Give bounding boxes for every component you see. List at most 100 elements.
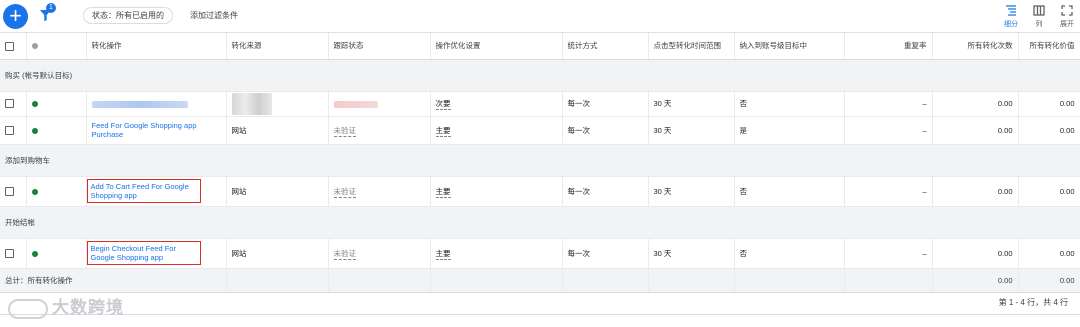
columns-label: 列 [1035,21,1043,28]
action-link[interactable]: Feed For Google Shopping app Purchase [92,121,221,139]
add-filter-button[interactable]: 添加过滤条件 [190,10,238,21]
col-header-conversions[interactable]: 所有转化次数 [932,33,1019,60]
value-cell: 0.00 [1018,116,1080,145]
add-conversion-button[interactable]: + [3,4,28,29]
tracking-cell: 未验证 [328,176,431,207]
col-header-action[interactable]: 转化操作 [86,33,227,60]
count-cell: 每一次 [562,91,649,117]
redacted-action [91,100,188,108]
status-filter-chip[interactable]: 状态：所有已启用的 [83,7,173,24]
source-cell [226,91,329,117]
source-cell: 网站 [226,238,329,269]
source-cell: 网站 [226,116,329,145]
enabled-status-icon [31,101,38,108]
count-cell: 每一次 [562,238,649,269]
status-cell [26,176,87,207]
window-cell: 30 天 [648,238,735,269]
repeat-cell: – [844,176,933,207]
action-cell[interactable]: Add To Cart Feed For Google Shopping app [86,176,227,207]
col-header-tracking[interactable]: 跟踪状态 [328,33,431,60]
count-cell: 每一次 [562,176,649,207]
count-cell: 每一次 [562,116,649,145]
included-cell: 否 [734,91,845,117]
status-cell [26,116,87,145]
row-checkbox[interactable] [0,91,27,117]
watermark-logo-icon [8,298,48,319]
tracking-cell [328,91,431,117]
group-label: 添加到购物车 [0,144,1080,177]
col-header-source[interactable]: 转化来源 [226,33,329,60]
repeat-cell: – [844,116,933,145]
group-label: 购买 (帐号默认目标) [0,59,1080,92]
enabled-status-icon [31,127,38,134]
optimization-cell[interactable]: 次要 [430,91,563,117]
expand-label: 展开 [1060,21,1074,28]
segment-button[interactable]: 细分 [1000,4,1022,29]
value-cell: 0.00 [1018,238,1080,269]
value-cell: 0.00 [1018,176,1080,207]
col-header-window[interactable]: 点击型转化时间范围 [648,33,735,60]
select-all-checkbox[interactable] [0,33,27,60]
window-cell: 30 天 [648,91,735,117]
window-cell: 30 天 [648,116,735,145]
group-row: 添加到购物车 [0,144,1080,177]
redacted-source [231,92,272,115]
action-cell[interactable]: Begin Checkout Feed For Google Shopping … [86,238,227,269]
group-label: 开始结帐 [0,206,1080,239]
col-header-repeat[interactable]: 重复率 [844,33,933,60]
row-checkbox[interactable] [0,238,27,269]
watermark-text: 大数跨境 [52,298,124,317]
tracking-cell: 未验证 [328,116,431,145]
action-link[interactable]: Begin Checkout Feed For Google Shopping … [86,241,201,265]
expand-button[interactable]: 展开 [1056,4,1078,29]
conversions-cell: 0.00 [932,176,1019,207]
enabled-status-icon [31,250,38,257]
group-row: 购买 (帐号默认目标) [0,59,1080,92]
col-header-included[interactable]: 纳入到账号级目标中 [734,33,845,60]
pagination-text: 第 1 - 4 行，共 4 行 [998,298,1068,307]
row-checkbox[interactable] [0,116,27,145]
included-cell: 是 [734,116,845,145]
conversions-cell: 0.00 [932,91,1019,117]
included-cell: 否 [734,238,845,269]
watermark: 大数跨境 [8,293,124,319]
window-cell: 30 天 [648,176,735,207]
table-footer: 第 1 - 4 行，共 4 行 [0,287,1080,315]
included-cell: 否 [734,176,845,207]
status-cell [26,91,87,117]
col-header-value[interactable]: 所有转化价值 [1018,33,1080,60]
enabled-status-icon [31,188,38,195]
source-cell: 网站 [226,176,329,207]
action-cell[interactable]: Feed For Google Shopping app Purchase [86,116,227,145]
columns-icon [1033,5,1045,16]
segment-label: 细分 [1004,21,1018,28]
col-header-optimization[interactable]: 操作优化设置 [430,33,563,60]
filter-count-badge: 1 [46,3,56,13]
status-dot-icon [31,43,38,50]
redacted-tracking [333,100,378,108]
repeat-cell: – [844,238,933,269]
col-header-count[interactable]: 统计方式 [562,33,649,60]
table-row: 次要 每一次 30 天 否 – 0.00 0.00 [0,91,1080,117]
segment-icon [1006,5,1016,16]
table-row: Begin Checkout Feed For Google Shopping … [0,238,1080,269]
optimization-cell[interactable]: 主要 [430,238,563,269]
action-link[interactable]: Add To Cart Feed For Google Shopping app [86,179,201,203]
conversions-cell: 0.00 [932,238,1019,269]
toolbar: + 1 状态：所有已启用的 添加过滤条件 细分 列 展开 [0,0,1080,33]
expand-icon [1061,5,1073,16]
status-header [26,33,87,60]
optimization-cell[interactable]: 主要 [430,116,563,145]
conversions-cell: 0.00 [932,116,1019,145]
table-row: Feed For Google Shopping app Purchase 网站… [0,116,1080,145]
tracking-cell: 未验证 [328,238,431,269]
group-row: 开始结帐 [0,206,1080,239]
action-cell[interactable] [86,91,227,117]
table-row: Add To Cart Feed For Google Shopping app… [0,176,1080,207]
repeat-cell: – [844,91,933,117]
optimization-cell[interactable]: 主要 [430,176,563,207]
columns-button[interactable]: 列 [1028,4,1050,29]
value-cell: 0.00 [1018,91,1080,117]
conversion-table: 转化操作 转化来源 跟踪状态 操作优化设置 统计方式 点击型转化时间范围 纳入到… [0,33,1080,293]
row-checkbox[interactable] [0,176,27,207]
